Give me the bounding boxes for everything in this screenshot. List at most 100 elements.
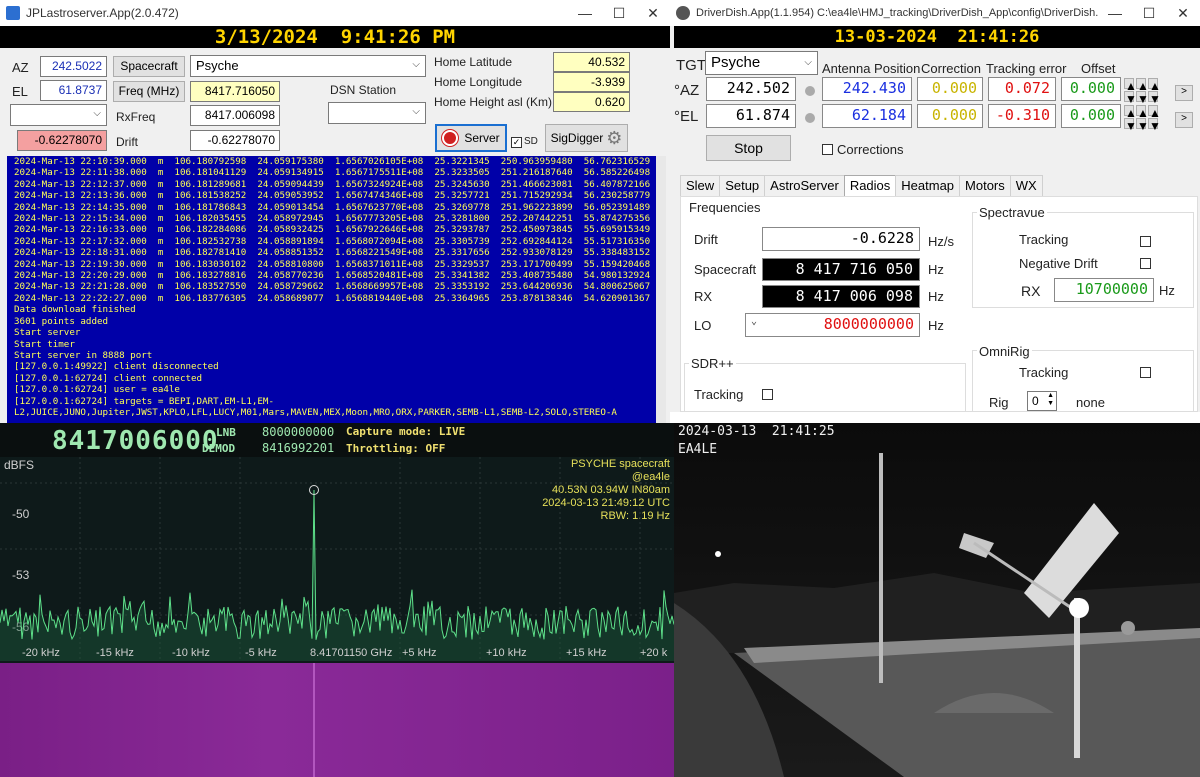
drift-field: -0.62278070	[190, 130, 280, 151]
gear-icon: ⚙	[606, 127, 623, 148]
rig-none-label: none	[1076, 395, 1105, 410]
minimize-button[interactable]: —	[568, 5, 602, 21]
rxfreq-field: 8417.006098	[190, 105, 280, 126]
el-go-button[interactable]: >	[1175, 112, 1193, 128]
home-lon-label: Home Longitude	[434, 75, 523, 89]
sdr-tracking-checkbox[interactable]	[762, 389, 773, 400]
freq-button[interactable]: Freq (MHz)	[113, 81, 185, 102]
log-line: 2024-Mar-13 22:19:30.000 m 106.183030102…	[14, 258, 651, 270]
az-field[interactable]: 242.5022	[40, 56, 107, 77]
sd-checkbox[interactable]: ✓	[511, 137, 522, 148]
log-line: 2024-Mar-13 22:22:27.000 m 106.183776305…	[14, 292, 651, 304]
offset-arrows: ▲ ▲ ▲ ▼ ▼ ▼ ▲ ▲ ▲ ▼ ▼ ▼	[1124, 78, 1170, 133]
az-go-button[interactable]: >	[1175, 85, 1193, 101]
spacecraft-button[interactable]: Spacecraft	[113, 56, 185, 77]
home-lon-field[interactable]: -3.939	[553, 72, 630, 92]
dsn-select[interactable]: ⌵	[328, 102, 426, 124]
maximize-button[interactable]: ☐	[1132, 5, 1166, 22]
rig-stepper[interactable]: 0 ▲ ▼	[1027, 391, 1057, 411]
sv-tracking-label: Tracking	[1019, 232, 1069, 247]
rxfreq-label: RxFreq	[116, 110, 156, 124]
tab-heatmap[interactable]: Heatmap	[895, 175, 961, 197]
home-lat-field[interactable]: 40.532	[553, 52, 630, 72]
az-position: 242.430	[822, 77, 912, 101]
stop-button[interactable]: Stop	[706, 135, 791, 161]
el-up-small[interactable]: ▲	[1124, 105, 1137, 120]
rig-label: Rig	[989, 395, 1009, 410]
sv-negdrift-checkbox[interactable]	[1140, 258, 1151, 269]
sdr-title: SDR++	[689, 356, 736, 371]
lo-field[interactable]: ⌄ 8000000000	[745, 313, 920, 337]
tab-motors[interactable]: Motors	[959, 175, 1011, 197]
sv-rx-label: RX	[1021, 283, 1041, 299]
spectrum-fill	[0, 490, 674, 661]
spacecraft-select[interactable]: Psyche ⌵	[190, 55, 426, 77]
home-height-field[interactable]: 0.620	[553, 92, 630, 112]
tab-slew[interactable]: Slew	[680, 175, 721, 197]
az-up-med[interactable]: ▲	[1136, 78, 1149, 93]
tgt-select[interactable]: Psyche ⌵	[705, 51, 818, 75]
log-scrollbar[interactable]	[656, 156, 666, 423]
rig-value: 0	[1032, 394, 1039, 408]
sv-rx-unit: Hz	[1159, 283, 1175, 298]
sv-tracking-checkbox[interactable]	[1140, 236, 1151, 247]
sv-negdrift-label: Negative Drift	[1019, 256, 1098, 271]
omni-tracking-checkbox[interactable]	[1140, 367, 1151, 378]
spacecraft-freq-unit: Hz	[928, 262, 944, 277]
left-datetime: 3/13/2024 9:41:26 PM	[0, 26, 670, 48]
log-line: 2024-Mar-13 22:15:34.000 m 106.182035455…	[14, 213, 651, 225]
home-height-label: Home Height asl (Km)	[434, 95, 553, 109]
az-down-small[interactable]: ▼	[1124, 91, 1137, 106]
sv-rx-field[interactable]: 10700000	[1054, 278, 1154, 302]
waterfall-carrier-line	[313, 663, 315, 777]
el-status-dot	[805, 113, 815, 123]
el-down-small[interactable]: ▼	[1124, 118, 1137, 133]
corrections-checkbox[interactable]	[822, 144, 833, 155]
el-up-big[interactable]: ▲	[1148, 105, 1161, 120]
el-down-big[interactable]: ▼	[1148, 118, 1161, 133]
log-line: 2024-Mar-13 22:21:28.000 m 106.183527550…	[14, 281, 651, 293]
waterfall[interactable]	[0, 663, 674, 777]
freq-field[interactable]: 8417.716050	[190, 81, 280, 102]
webcam-view: 2024-03-13 21:41:25 EA4LE	[674, 423, 1200, 777]
drift-box: -0.62278070	[17, 130, 107, 151]
el-position: 62.184	[822, 104, 912, 128]
close-button[interactable]: ✕	[1166, 5, 1200, 22]
log-line: 2024-Mar-13 22:11:38.000 m 106.181041129…	[14, 167, 651, 179]
az-down-med[interactable]: ▼	[1136, 91, 1149, 106]
minimize-button[interactable]: —	[1098, 5, 1132, 21]
el-label: EL	[12, 84, 28, 99]
maximize-button[interactable]: ☐	[602, 5, 636, 22]
col-antenna: Antenna Position	[822, 61, 921, 76]
x-tick-label: -15 kHz	[96, 647, 134, 659]
dsn-label: DSN Station	[330, 83, 397, 97]
az-up-small[interactable]: ▲	[1124, 78, 1137, 93]
sigdigger-label: SigDigger	[550, 131, 604, 145]
x-tick-label: -10 kHz	[172, 647, 210, 659]
log-line: 2024-Mar-13 22:14:35.000 m 106.181786843…	[14, 201, 651, 213]
server-button[interactable]: Server	[435, 124, 507, 152]
left-window-title: JPLastroserver.App(2.0.472)	[26, 6, 179, 20]
tab-astroserver[interactable]: AstroServer	[764, 175, 845, 197]
tab-radios[interactable]: Radios	[843, 175, 897, 197]
el-label: °EL	[674, 108, 699, 125]
tab-setup[interactable]: Setup	[719, 175, 766, 197]
el-up-med[interactable]: ▲	[1136, 105, 1149, 120]
el-field[interactable]: 61.8737	[40, 80, 107, 101]
el-down-med[interactable]: ▼	[1136, 118, 1149, 133]
az-label: AZ	[12, 60, 29, 75]
el-offset: 0.000	[1061, 104, 1121, 128]
sigdigger-button[interactable]: SigDigger ⚙	[545, 124, 628, 152]
close-button[interactable]: ✕	[636, 5, 670, 22]
az-down-big[interactable]: ▼	[1148, 91, 1161, 106]
log-line: Start server	[14, 327, 81, 339]
log-line: 2024-Mar-13 22:10:39.000 m 106.180792598…	[14, 156, 651, 167]
log-line: 2024-Mar-13 22:12:37.000 m 106.181289681…	[14, 178, 651, 190]
log-line: [127.0.0.1:62724] targets = BEPI,DART,EM…	[14, 395, 274, 407]
log-line: 3601 points added	[14, 315, 109, 327]
tab-wx[interactable]: WX	[1009, 175, 1043, 197]
x-tick-label: 8.41701150 GHz	[310, 647, 393, 659]
az-up-big[interactable]: ▲	[1148, 78, 1161, 93]
left-dropdown[interactable]: ⌵	[10, 104, 107, 126]
drift-label: Drift	[116, 135, 138, 149]
